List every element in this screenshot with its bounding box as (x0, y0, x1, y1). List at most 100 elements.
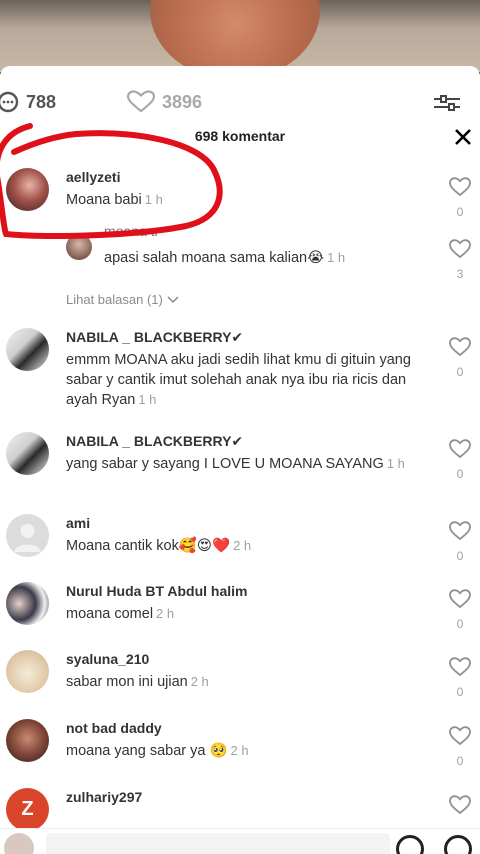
comment-body: NABILA _ BLACKBERRY✔ yang sabar y sayang… (66, 432, 420, 474)
comment-username[interactable]: not bad daddy (66, 719, 420, 737)
like-count: 0 (456, 617, 464, 631)
close-icon[interactable] (452, 126, 474, 148)
comment-body: NABILA _ BLACKBERRY✔ emmm MOANA aku jadi… (66, 328, 420, 410)
comment-item: NABILA _ BLACKBERRY✔ emmm MOANA aku jadi… (0, 328, 480, 418)
like-button[interactable]: 0 (448, 438, 472, 481)
comment-text-content: emmm MOANA aku jadi sedih lihat kmu di g… (66, 352, 411, 408)
reply-username[interactable]: moana ti (104, 228, 420, 238)
comment-input[interactable] (46, 833, 390, 854)
chevron-down-icon (167, 295, 179, 303)
comment-username[interactable]: Nurul Huda BT Abdul halim (66, 582, 420, 600)
like-count: 0 (456, 549, 464, 563)
comment-username[interactable]: aellyzeti (66, 168, 420, 186)
video-background (0, 0, 480, 72)
like-button[interactable]: 0 (448, 725, 472, 768)
comments-title: 698 komentar (194, 128, 286, 144)
reply-body: moana ti apasi salah moana sama kalian😭 1… (104, 228, 420, 268)
heart-outline-icon (449, 795, 471, 815)
comment-time: 1 h (144, 192, 163, 207)
likes-count: 3896 (162, 91, 203, 112)
comment-text: sabar mon ini ujian 2 h (66, 672, 420, 692)
view-replies-link[interactable]: Lihat balasan (1) (66, 292, 179, 307)
comment-username[interactable]: NABILA _ BLACKBERRY✔ (66, 432, 420, 450)
like-button[interactable]: 0 (448, 336, 472, 379)
avatar[interactable] (6, 719, 49, 762)
comment-time: 1 h (386, 456, 405, 471)
comments-sheet: 788 3896 698 komentar aellyzeti Moana ba… (0, 66, 480, 854)
like-count: 0 (456, 205, 464, 219)
like-button[interactable]: 0 (448, 656, 472, 699)
comment-username[interactable]: NABILA _ BLACKBERRY✔ (66, 328, 420, 346)
comment-text: Moana cantik kok🥰😍❤️ 2 h (66, 536, 420, 556)
like-count: 0 (456, 365, 464, 379)
heart-outline-icon (449, 657, 471, 677)
like-count: 0 (456, 754, 464, 768)
my-avatar (4, 833, 34, 854)
filter-icon[interactable] (432, 94, 462, 112)
reply-text: apasi salah moana sama kalian😭 1 h (104, 248, 420, 268)
comment-item: Z zulhariy297 (0, 788, 480, 831)
comment-text-content: moana yang sabar ya 🥺 (66, 743, 228, 759)
heart-outline-icon (449, 337, 471, 357)
mention-icon[interactable] (396, 835, 424, 854)
comment-time: 1 h (138, 392, 157, 407)
comment-body: ami Moana cantik kok🥰😍❤️ 2 h (66, 514, 420, 556)
reply-text-content: apasi salah moana sama kalian😭 (104, 250, 325, 266)
comment-item: aellyzeti Moana babi 1 h 0 (0, 166, 480, 226)
comment-time: 2 h (233, 538, 252, 553)
comments-count: 788 (26, 91, 57, 112)
like-count: 0 (456, 685, 464, 699)
reply-item: moana ti apasi salah moana sama kalian😭 1… (0, 228, 480, 290)
like-button[interactable]: 0 (448, 176, 472, 219)
avatar[interactable] (6, 328, 49, 371)
heart-outline-icon (449, 439, 471, 459)
heart-outline-icon (449, 589, 471, 609)
comment-text: yang sabar y sayang I LOVE U MOANA SAYAN… (66, 454, 420, 474)
like-button[interactable]: 3 (448, 238, 472, 281)
comment-item: syaluna_210 sabar mon ini ujian 2 h 0 (0, 650, 480, 710)
comment-text: moana comel 2 h (66, 604, 420, 624)
like-button[interactable] (448, 794, 472, 821)
comment-text-content: sabar mon ini ujian (66, 674, 188, 690)
comment-text-content: yang sabar y sayang I LOVE U MOANA SAYAN… (66, 456, 384, 472)
comment-icon (0, 91, 19, 113)
like-count: 0 (456, 467, 464, 481)
heart-icon (126, 90, 156, 113)
avatar[interactable] (6, 582, 49, 625)
comment-text-content: moana comel (66, 606, 154, 622)
comments-stat[interactable]: 788 (0, 90, 56, 114)
avatar[interactable] (6, 168, 49, 211)
default-avatar-icon (14, 524, 41, 552)
stats-bar: 788 3896 (0, 90, 480, 118)
comment-username[interactable]: zulhariy297 (66, 788, 420, 806)
emoji-icon[interactable] (444, 835, 472, 854)
comment-time: 2 h (230, 743, 249, 758)
comment-text: emmm MOANA aku jadi sedih lihat kmu di g… (66, 350, 420, 410)
heart-outline-icon (449, 726, 471, 746)
likes-stat[interactable]: 3896 (126, 90, 202, 114)
view-replies-label: Lihat balasan (1) (66, 292, 163, 307)
comment-time: 2 h (156, 606, 175, 621)
heart-outline-icon (449, 177, 471, 197)
reply-time: 1 h (327, 250, 346, 265)
heart-outline-icon (449, 239, 471, 259)
comment-username[interactable]: syaluna_210 (66, 650, 420, 668)
like-button[interactable]: 0 (448, 588, 472, 631)
avatar[interactable] (66, 234, 92, 260)
comment-body: Nurul Huda BT Abdul halim moana comel 2 h (66, 582, 420, 624)
comment-input-bar (0, 828, 480, 854)
comment-text: Moana babi 1 h (66, 190, 420, 210)
comment-item: NABILA _ BLACKBERRY✔ yang sabar y sayang… (0, 432, 480, 502)
comment-text-content: Moana cantik kok🥰😍❤️ (66, 538, 231, 554)
heart-outline-icon (449, 521, 471, 541)
comment-item: ami Moana cantik kok🥰😍❤️ 2 h 0 (0, 514, 480, 574)
comment-username[interactable]: ami (66, 514, 420, 532)
avatar[interactable] (6, 514, 49, 557)
comment-body: aellyzeti Moana babi 1 h (66, 168, 420, 210)
comment-text-content: Moana babi (66, 192, 142, 208)
comment-time: 2 h (190, 674, 209, 689)
avatar[interactable]: Z (6, 788, 49, 831)
avatar[interactable] (6, 432, 49, 475)
like-button[interactable]: 0 (448, 520, 472, 563)
avatar[interactable] (6, 650, 49, 693)
